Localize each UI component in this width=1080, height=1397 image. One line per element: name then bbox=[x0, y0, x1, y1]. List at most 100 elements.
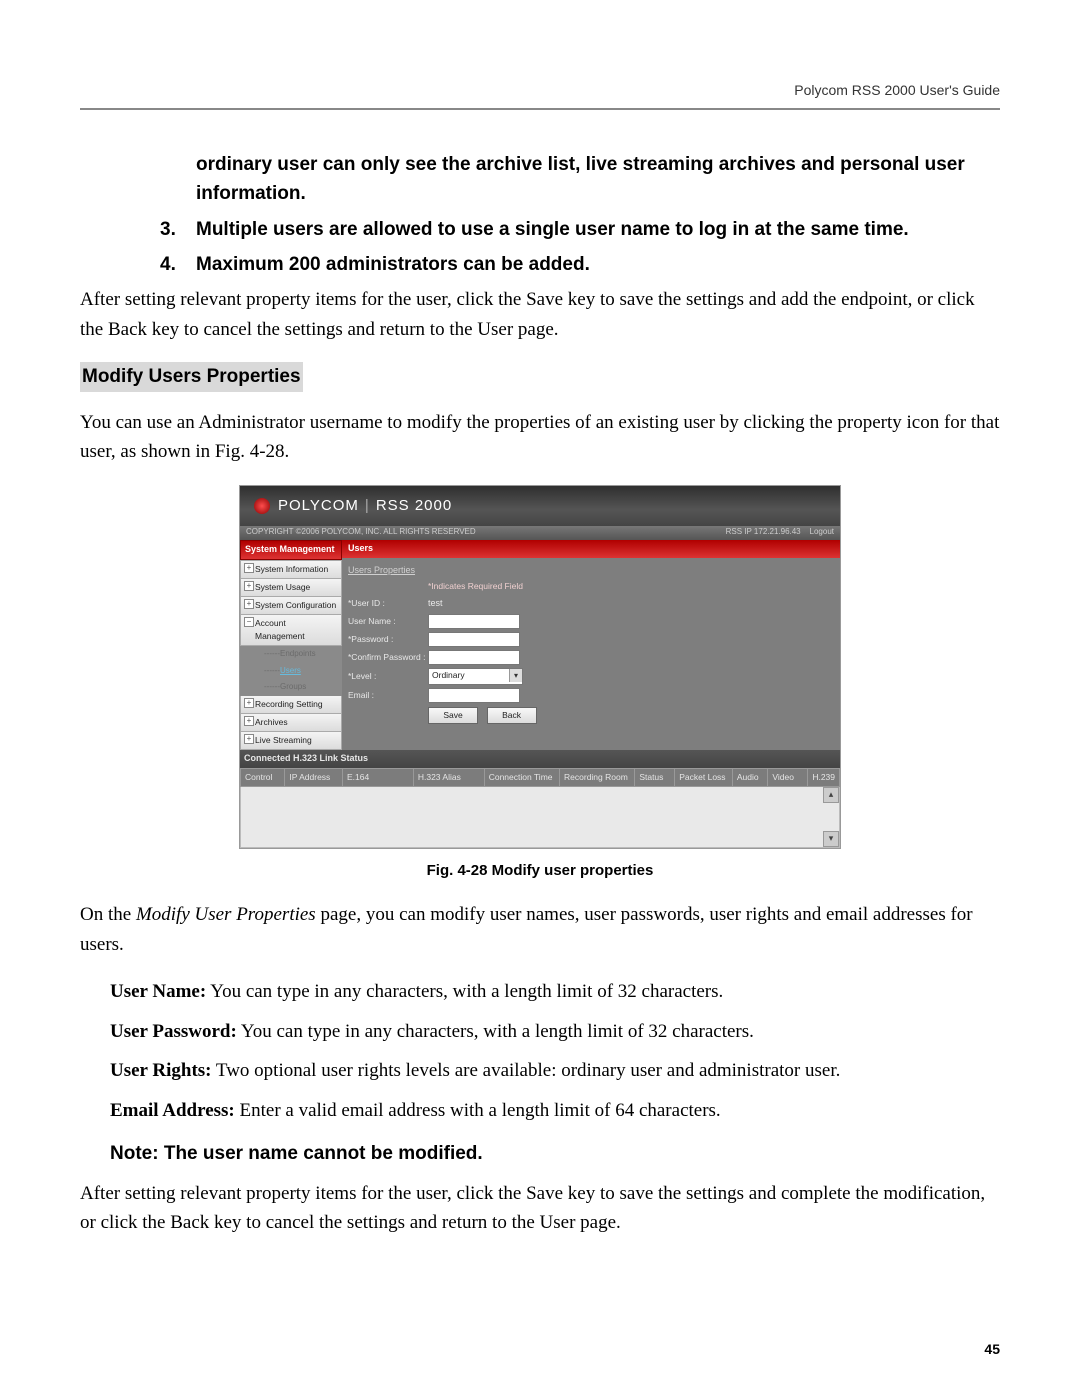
col-alias[interactable]: H.323 Alias bbox=[413, 768, 484, 787]
col-control[interactable]: Control bbox=[240, 768, 284, 787]
page-number: 45 bbox=[984, 1339, 1000, 1361]
userid-value: test bbox=[428, 597, 443, 611]
field-password: User Password: You can type in any chara… bbox=[110, 1017, 1000, 1046]
collapse-icon[interactable]: − bbox=[244, 617, 254, 627]
logout-link[interactable]: Logout bbox=[810, 527, 834, 536]
expand-icon[interactable]: + bbox=[244, 734, 254, 744]
figure-4-28: POLYCOM | RSS 2000 COPYRIGHT ©2006 POLYC… bbox=[80, 485, 1000, 850]
back-button[interactable]: Back bbox=[487, 707, 537, 724]
paragraph-after-list: After setting relevant property items fo… bbox=[80, 285, 1000, 344]
form-row-level: *Level : Ordinary ▾ bbox=[348, 668, 834, 685]
expand-icon[interactable]: + bbox=[244, 698, 254, 708]
paragraph-final: After setting relevant property items fo… bbox=[80, 1179, 1000, 1238]
sidebar-label: System Configuration bbox=[255, 600, 336, 610]
sidebar-item-archives[interactable]: +Archives bbox=[240, 714, 342, 732]
main-area: Users Properties *Indicates Required Fie… bbox=[342, 558, 840, 751]
username-input[interactable] bbox=[428, 614, 520, 629]
sidebar-label: Account Management bbox=[255, 618, 305, 641]
expand-icon[interactable]: + bbox=[244, 716, 254, 726]
main-panel: Users Users Properties *Indicates Requir… bbox=[342, 540, 840, 750]
paragraph-on-modify-page: On the Modify User Properties page, you … bbox=[80, 900, 1000, 959]
list-text-3: Multiple users are allowed to use a sing… bbox=[196, 215, 980, 244]
sidebar-item-sysinfo[interactable]: +System Information bbox=[240, 560, 342, 579]
field-username: User Name: You can type in any character… bbox=[110, 977, 1000, 1006]
copyright-text: COPYRIGHT ©2006 POLYCOM, INC. ALL RIGHTS… bbox=[246, 526, 476, 538]
required-note: *Indicates Required Field bbox=[428, 580, 834, 593]
scroll-down-icon[interactable]: ▾ bbox=[823, 831, 839, 847]
list-item-3: 3. Multiple users are allowed to use a s… bbox=[160, 215, 980, 244]
list-num-3: 3. bbox=[160, 215, 196, 244]
sidebar-label: Recording Setting bbox=[255, 699, 323, 709]
field-password-label: User Password: bbox=[110, 1021, 237, 1042]
app-banner: POLYCOM | RSS 2000 bbox=[240, 486, 840, 526]
intro3-em: Modify User Properties bbox=[136, 904, 316, 925]
list-num-blank bbox=[160, 150, 196, 209]
intro3a: On the bbox=[80, 904, 136, 925]
note-text: The user name cannot be modified. bbox=[159, 1143, 483, 1164]
list-num-4: 4. bbox=[160, 250, 196, 279]
col-recording-room[interactable]: Recording Room bbox=[559, 768, 634, 787]
confirm-password-label: *Confirm Password : bbox=[348, 651, 428, 664]
sidebar: System Management +System Information +S… bbox=[240, 540, 342, 750]
paragraph-modify-intro: You can use an Administrator username to… bbox=[80, 408, 1000, 467]
brand-polycom: POLYCOM bbox=[278, 494, 359, 517]
expand-icon[interactable]: + bbox=[244, 563, 254, 573]
col-packet-loss[interactable]: Packet Loss bbox=[674, 768, 732, 787]
expand-icon[interactable]: + bbox=[244, 581, 254, 591]
confirm-password-input[interactable] bbox=[428, 650, 520, 665]
sidebar-sub-users[interactable]: ------Users bbox=[240, 663, 342, 679]
sidebar-item-sysconfig[interactable]: +System Configuration bbox=[240, 597, 342, 615]
screenshot-app: POLYCOM | RSS 2000 COPYRIGHT ©2006 POLYC… bbox=[239, 485, 841, 850]
subbar-right: RSS IP 172.21.96.43 Logout bbox=[726, 526, 834, 538]
polycom-logo-icon bbox=[254, 498, 270, 514]
page: Polycom RSS 2000 User's Guide ordinary u… bbox=[0, 0, 1080, 1397]
brand-model: RSS 2000 bbox=[376, 494, 452, 517]
status-grid-body: ▴ ▾ bbox=[240, 787, 840, 848]
sidebar-sub-endpoints[interactable]: ------Endpoints bbox=[240, 646, 342, 662]
level-select[interactable]: Ordinary ▾ bbox=[428, 668, 523, 685]
sidebar-item-sysusage[interactable]: +System Usage bbox=[240, 579, 342, 597]
field-username-text: You can type in any characters, with a l… bbox=[206, 981, 723, 1002]
expand-icon[interactable]: + bbox=[244, 599, 254, 609]
list-text-2-cont: ordinary user can only see the archive l… bbox=[196, 150, 980, 209]
sidebar-item-recset[interactable]: +Recording Setting bbox=[240, 696, 342, 714]
email-input[interactable] bbox=[428, 688, 520, 703]
field-email-label: Email Address: bbox=[110, 1100, 235, 1121]
form-row-userid: *User ID : test bbox=[348, 597, 834, 611]
field-rights-text: Two optional user rights levels are avai… bbox=[212, 1060, 841, 1081]
col-audio[interactable]: Audio bbox=[732, 768, 768, 787]
breadcrumb[interactable]: Users Properties bbox=[348, 564, 834, 578]
sidebar-label: System Information bbox=[255, 564, 328, 574]
col-connection-time[interactable]: Connection Time bbox=[484, 768, 559, 787]
sidebar-item-live[interactable]: +Live Streaming bbox=[240, 732, 342, 750]
chevron-down-icon[interactable]: ▾ bbox=[509, 669, 522, 682]
numbered-list: ordinary user can only see the archive l… bbox=[160, 150, 980, 280]
field-email: Email Address: Enter a valid email addre… bbox=[110, 1096, 1000, 1125]
header-rule bbox=[80, 108, 1000, 110]
app-body: System Management +System Information +S… bbox=[240, 540, 840, 750]
password-input[interactable] bbox=[428, 632, 520, 647]
scroll-up-icon[interactable]: ▴ bbox=[823, 787, 839, 803]
col-ip[interactable]: IP Address bbox=[284, 768, 342, 787]
sidebar-label: System Usage bbox=[255, 582, 310, 592]
main-header: Users bbox=[342, 540, 840, 558]
col-h239[interactable]: H.239 bbox=[807, 768, 840, 787]
col-e164[interactable]: E.164 bbox=[342, 768, 413, 787]
figure-caption: Fig. 4-28 Modify user properties bbox=[80, 859, 1000, 882]
page-header-title: Polycom RSS 2000 User's Guide bbox=[80, 80, 1000, 102]
list-item-4: 4. Maximum 200 administrators can be add… bbox=[160, 250, 980, 279]
col-video[interactable]: Video bbox=[767, 768, 807, 787]
sidebar-sub-groups[interactable]: ------Groups bbox=[240, 679, 342, 695]
app-subbar: COPYRIGHT ©2006 POLYCOM, INC. ALL RIGHTS… bbox=[240, 526, 840, 540]
level-label: *Level : bbox=[348, 670, 428, 683]
sidebar-users-link[interactable]: Users bbox=[280, 666, 301, 675]
level-select-value: Ordinary bbox=[432, 670, 465, 680]
field-password-text: You can type in any characters, with a l… bbox=[237, 1021, 754, 1042]
note-prefix: Note: bbox=[110, 1143, 159, 1164]
form-row-confirm: *Confirm Password : bbox=[348, 650, 834, 665]
note-line: Note: The user name cannot be modified. bbox=[110, 1139, 1000, 1168]
sidebar-item-acctmgmt[interactable]: −Account Management bbox=[240, 615, 342, 646]
col-status[interactable]: Status bbox=[634, 768, 674, 787]
save-button[interactable]: Save bbox=[428, 707, 478, 724]
status-grid-header: Control IP Address E.164 H.323 Alias Con… bbox=[240, 768, 840, 787]
